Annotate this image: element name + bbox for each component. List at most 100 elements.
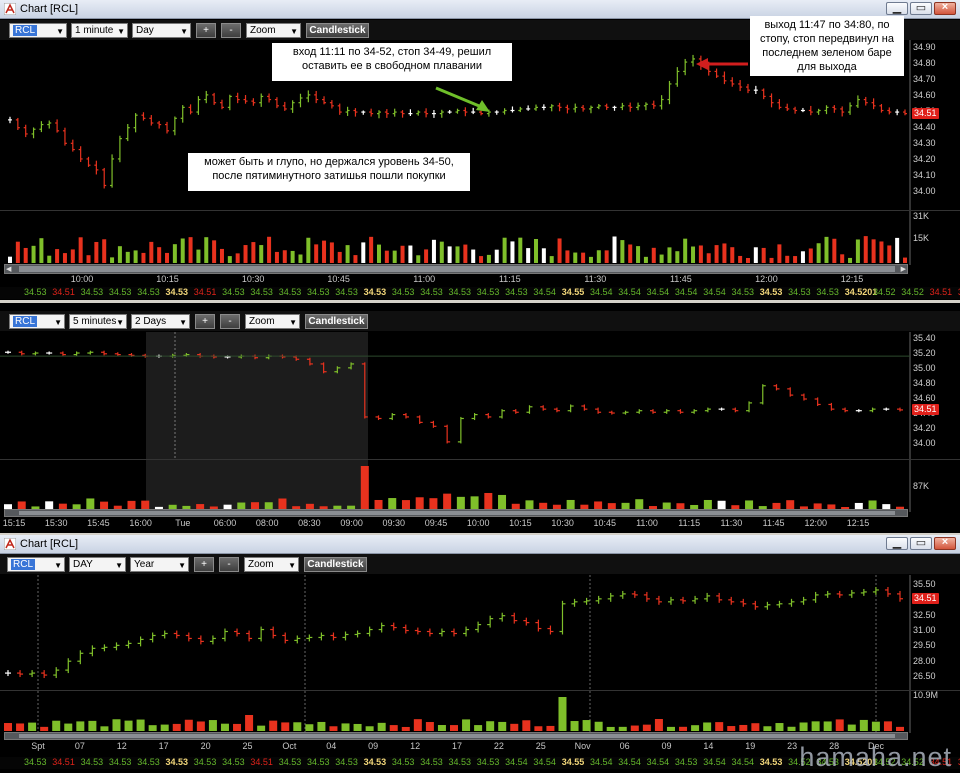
price-axis-label: 26.50 [913,671,936,681]
price-axis-label: 34.40 [913,122,936,132]
price-axis-label: 29.50 [913,640,936,651]
volume-pane[interactable]: 31K 15K [0,210,960,265]
chart-style-button[interactable]: Candlestick [304,557,367,572]
chevron-down-icon: ▼ [116,318,124,327]
range-select[interactable]: 2 Days ▼ [131,314,190,329]
app-logo-icon [4,3,16,15]
close-button[interactable]: × [934,1,956,15]
chart-scrollbar[interactable] [4,732,908,740]
time-axis-label: 07 [74,741,85,751]
minimize-button[interactable]: ▁ [886,2,908,15]
quote-value: 34.54 [618,287,641,297]
range-select[interactable]: Day ▼ [132,23,191,38]
quote-value: 34.51 [52,287,75,297]
chart-scrollbar[interactable]: ◀ ▶ [4,264,908,274]
time-axis-label: 11:45 [762,518,785,528]
time-axis-label: 12:00 [804,518,828,528]
time-axis-label: 25 [535,741,546,751]
quote-value: 34.51 [193,287,217,297]
time-axis-label: Spt [31,741,45,751]
quote-value: 34.54 [505,757,528,767]
entry-note: вход 11:11 по 34-52, стоп 34-49, решил о… [272,43,512,81]
maximize-button[interactable]: ▭ [910,2,932,15]
app-logo-icon [4,538,16,550]
symbol-select[interactable]: RCL ▼ [7,557,65,572]
chart-style-button[interactable]: Candlestick [306,23,369,38]
quote-value: 34.54 [590,287,613,297]
quote-value: 34.54 [618,757,641,767]
chart-toolbar: RCL ▼ DAY ▼ Year ▼ + - Zoom ▼ Candlestick [0,554,960,574]
quote-value: 34.53 [278,287,302,297]
interval-select[interactable]: DAY ▼ [69,557,126,572]
price-axis-label: 34.30 [913,138,936,148]
volume-pane[interactable]: 87K [0,459,960,512]
interval-select[interactable]: 1 minute ▼ [71,23,128,38]
zoom-select[interactable]: Zoom ▼ [246,23,301,38]
price-pane[interactable]: 35.5034.0032.5031.0029.5028.0026.5034.51 [0,575,960,690]
zoom-in-button[interactable]: + [195,314,215,329]
volume-axis-label: 15K [913,233,930,243]
quote-value: 34.53 [80,287,104,297]
quote-strip: 34.53 34.51 34.53 34.53 34.53 34.53 34.51 34.53… [0,287,960,299]
time-axis-label: 23 [787,741,798,751]
quote-value: 34.54 [703,757,726,767]
time-axis-label: 20 [200,741,211,751]
chart-window-1: Chart [RCL] ▁ ▭ × RCL ▼ 1 minute ▼ Day ▼ + … [0,0,960,300]
window-title: Chart [RCL] [20,538,79,550]
quote-value: 34.53 [108,287,132,297]
quote-value: 34.53 [250,287,273,297]
volume-pane[interactable]: 10.9M [0,690,960,733]
quote-value: 34.54 [590,757,613,767]
time-axis-label: 11:15 [678,518,701,528]
time-axis-label: 12 [410,741,421,751]
close-button[interactable]: × [934,536,956,550]
time-axis-label: 25 [242,741,253,751]
time-axis-label: 15:45 [87,518,110,528]
zoom-out-button[interactable]: - [220,314,240,329]
zoom-out-button[interactable]: - [219,557,239,572]
quote-value: 34.53 [307,287,330,297]
chart-scrollbar[interactable] [4,509,908,517]
zoom-select[interactable]: Zoom ▼ [244,557,299,572]
quote-value: 34.53 [222,287,245,297]
price-pane[interactable]: 35.4035.2035.0034.8034.6034.4034.2034.00… [0,332,960,459]
price-axis-label: 35.50 [913,579,936,589]
time-axis-label: 12:00 [755,274,778,284]
price-axis-label: 35.20 [913,348,936,358]
restore-icon: ▭ [915,537,927,549]
minimize-button[interactable]: ▁ [886,537,908,550]
exit-arrow-icon [696,58,748,70]
window-titlebar[interactable]: Chart [RCL] ▁ ▭ × [0,535,960,554]
time-axis-label: 04 [326,741,337,751]
quote-value: 34.51 [250,757,273,767]
quote-value: 34.53 [307,757,330,767]
symbol-select[interactable]: RCL ▼ [9,23,67,38]
chevron-down-icon: ▼ [117,27,125,36]
quote-value: 34.53 [193,757,217,767]
zoom-in-button[interactable]: + [194,557,214,572]
quote-value: 34.53 [788,287,811,297]
price-axis-label: 35.40 [913,333,936,343]
time-axis-label: 12 [116,741,127,751]
quote-value: 34.53 [335,287,358,297]
time-axis-label: 17 [158,741,169,751]
zoom-select[interactable]: Zoom ▼ [245,314,300,329]
chevron-down-icon: ▼ [290,27,298,36]
entry-arrow-icon [435,86,490,112]
maximize-button[interactable]: ▭ [910,537,932,550]
quote-value: 34.53 [420,287,443,297]
symbol-select[interactable]: RCL ▼ [9,314,65,329]
zoom-in-button[interactable]: + [196,23,216,38]
quote-value: 34.53 [363,287,387,297]
quote-value: 34.53 [759,757,783,767]
price-axis-label: 34.00 [913,438,936,448]
last-price-badge: 34.51 [912,592,939,604]
range-select[interactable]: Year ▼ [130,557,189,572]
zoom-out-button[interactable]: - [221,23,241,38]
chevron-down-icon: ▼ [54,318,62,327]
chart-style-button[interactable]: Candlestick [305,314,368,329]
quote-value: 34.55 [561,287,585,297]
last-price-badge: 34.51 [912,107,939,119]
quote-value: 34.53 [674,757,698,767]
interval-select[interactable]: 5 minutes ▼ [69,314,127,329]
